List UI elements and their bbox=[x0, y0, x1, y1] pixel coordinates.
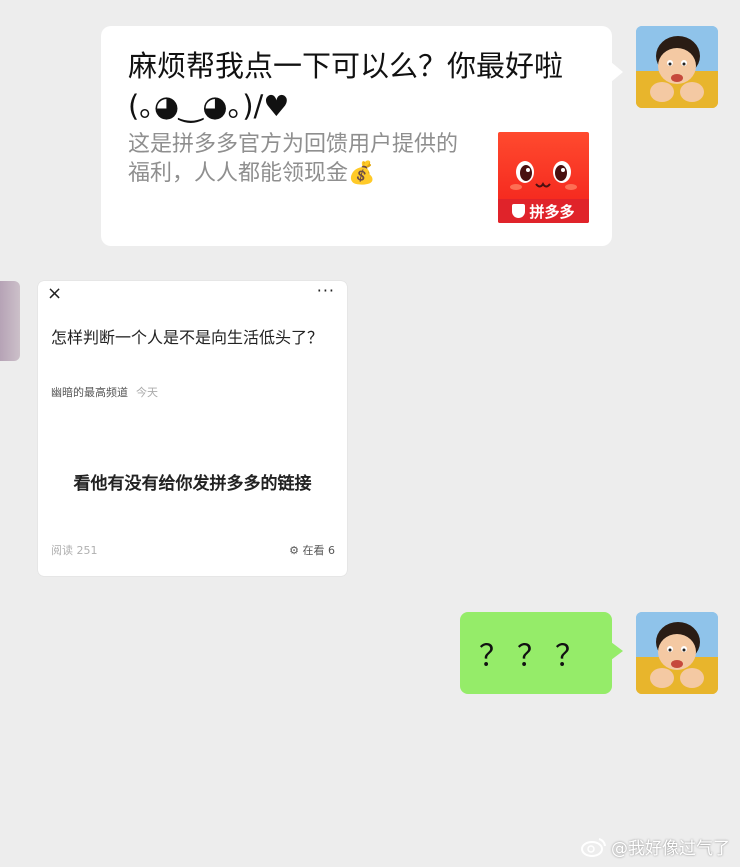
weibo-icon bbox=[581, 837, 606, 857]
link-title: 麻烦帮我点一下可以么？你最好啦 (｡◕‿◕｡)/♥ bbox=[128, 49, 573, 123]
watermark-text: @我好像过气了 bbox=[611, 839, 730, 859]
article-meta: 幽暗的最高频道 今天 bbox=[51, 384, 158, 400]
article-author: 幽暗的最高频道 bbox=[51, 386, 128, 399]
close-icon: × bbox=[47, 283, 63, 304]
pinduoduo-face-icon bbox=[510, 161, 577, 190]
reply-message-bubble[interactable]: ？？？ bbox=[460, 612, 623, 694]
link-description: 这是拼多多官方为回馈用户提供的福利，人人都能领现金💰 bbox=[128, 132, 459, 186]
pinduoduo-logo: 拼多多 bbox=[498, 132, 589, 223]
cartoon-boy-avatar-icon bbox=[636, 612, 718, 694]
gear-icon: ⚙ bbox=[289, 544, 299, 557]
cartoon-boy-avatar-icon bbox=[636, 26, 718, 108]
shield-icon bbox=[512, 204, 526, 218]
article-time: 今天 bbox=[136, 386, 158, 399]
article-question: 怎样判断一个人是不是向生活低头了？ bbox=[51, 328, 324, 347]
article-watching: ⚙ 在看 6 bbox=[289, 542, 335, 558]
watermark: @我好像过气了 bbox=[581, 834, 730, 859]
pinduoduo-label: 拼多多 bbox=[498, 199, 589, 223]
user-avatar-reply[interactable] bbox=[636, 612, 718, 694]
contact-avatar[interactable] bbox=[0, 281, 20, 361]
reply-text: ？？？ bbox=[479, 639, 593, 674]
article-watching-count: 在看 6 bbox=[302, 544, 336, 557]
shared-link-bubble[interactable]: 麻烦帮我点一下可以么？你最好啦 (｡◕‿◕｡)/♥ 这是拼多多官方为回馈用户提供… bbox=[101, 26, 623, 246]
pinduoduo-label-text: 拼多多 bbox=[529, 202, 575, 221]
user-avatar[interactable] bbox=[636, 26, 718, 108]
article-answer: 看他有没有给你发拼多多的链接 bbox=[73, 474, 312, 494]
article-screenshot-message[interactable]: × ··· 怎样判断一个人是不是向生活低头了？ 幽暗的最高频道 今天 看他有没有给… bbox=[38, 281, 347, 576]
article-read-count: 阅读 251 bbox=[51, 544, 98, 557]
more-icon: ··· bbox=[316, 281, 335, 300]
